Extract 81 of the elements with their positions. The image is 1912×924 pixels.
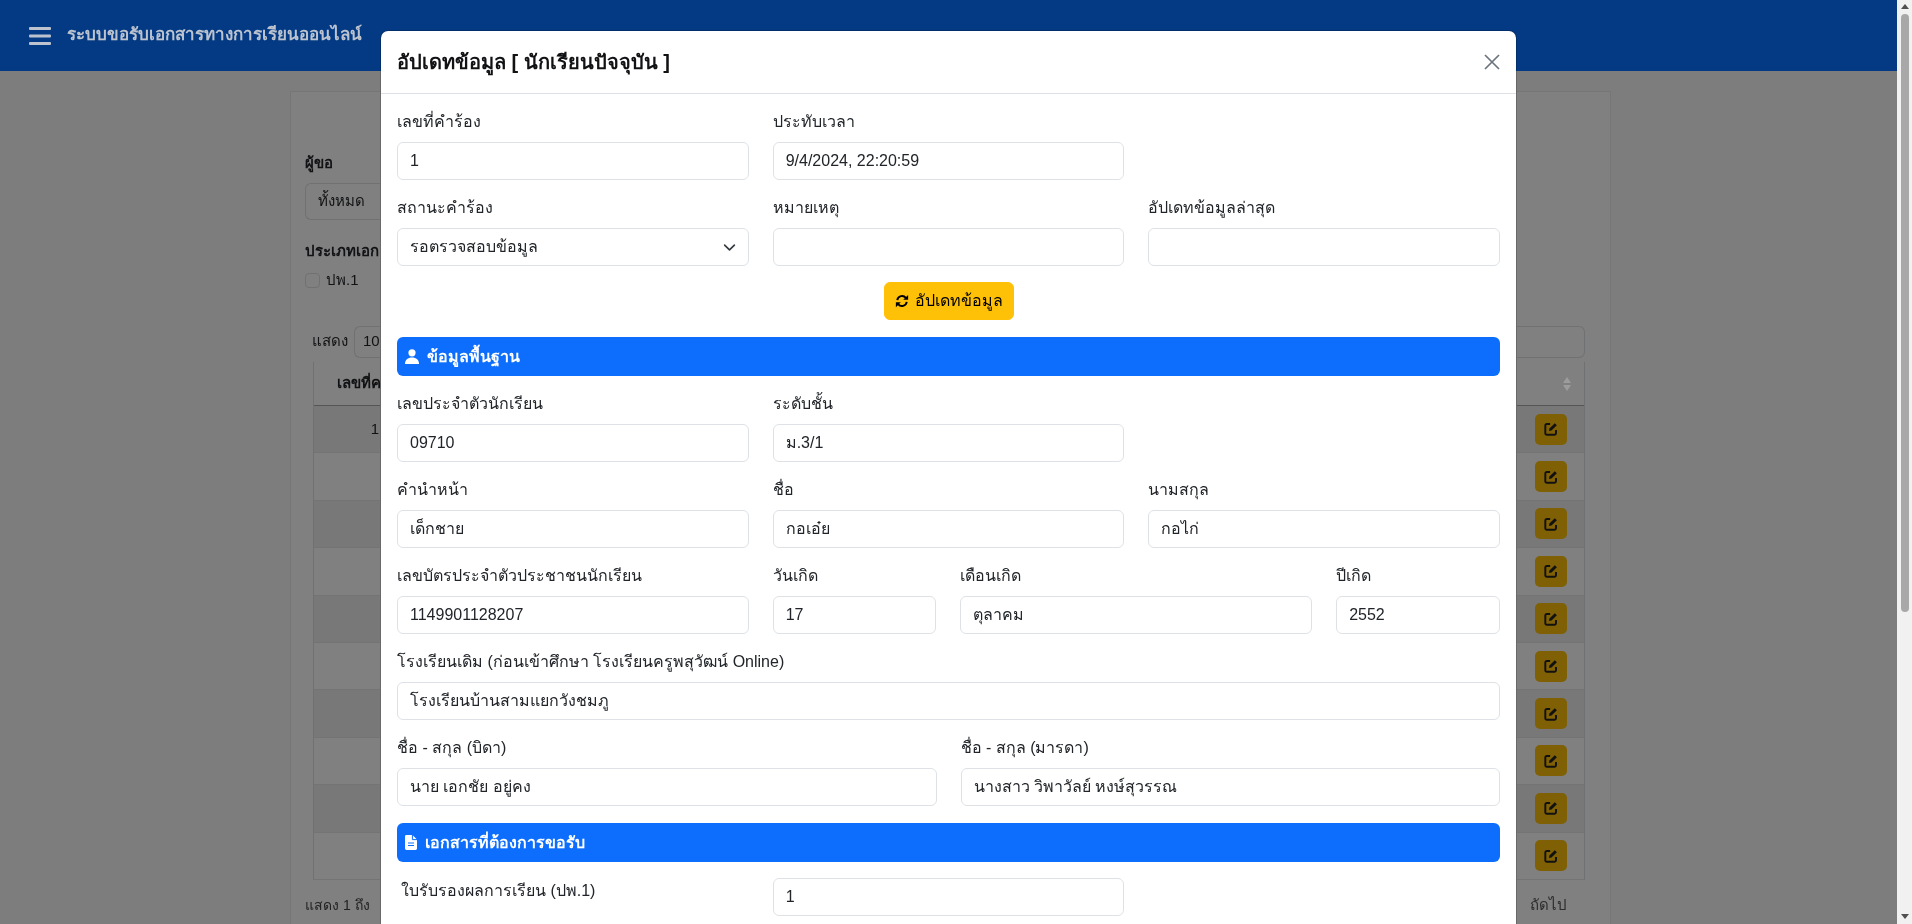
edit-button[interactable]: [1535, 792, 1567, 824]
table-info-text: แสดง 1 ถึง: [305, 895, 370, 915]
text-field[interactable]: 09710: [397, 424, 749, 462]
text-field[interactable]: นาย เอกชัย อยู่คง: [397, 768, 937, 806]
field-label: เลขบัตรประจำตัวประชาชนนักเรียน: [397, 566, 642, 586]
filter-label: ประเภทเอก: [305, 241, 379, 261]
field-label: เลขประจำตัวนักเรียน: [397, 394, 543, 414]
table-cell-text: 1: [370, 418, 379, 439]
edit-button[interactable]: [1535, 461, 1567, 493]
text-field[interactable]: โรงเรียนบ้านสามแยกวังชมภู: [397, 682, 1500, 720]
edit-icon: [1544, 659, 1558, 674]
text-field[interactable]: 1: [397, 142, 749, 180]
edit-button[interactable]: [1535, 650, 1567, 682]
section-title: ข้อมูลพื้นฐาน: [427, 344, 520, 369]
menu-icon: [29, 26, 51, 45]
edit-button[interactable]: [1535, 603, 1567, 635]
scrollbar-thumb[interactable]: [1900, 14, 1909, 612]
field-label: นามสกุล: [1148, 480, 1210, 502]
app-title: ระบบขอรับเอกสารทางการเรียนออนไลน์: [67, 25, 362, 46]
search-field[interactable]: [1517, 325, 1585, 358]
field-label: สถานะคำร้อง: [397, 198, 493, 218]
edit-icon: [1544, 564, 1558, 579]
checkbox-label: ปพ.1: [326, 269, 359, 290]
text-field[interactable]: [1148, 228, 1500, 266]
text-field[interactable]: 1149901128207: [397, 596, 749, 634]
text-field[interactable]: ม.3/1: [772, 424, 1125, 462]
section-title: เอกสารที่ต้องการขอรับ: [425, 830, 585, 853]
edit-icon: [1544, 611, 1558, 626]
text-field[interactable]: กอไก่: [1148, 510, 1500, 548]
entries-dropdown[interactable]: 10: [354, 325, 380, 358]
edit-button[interactable]: [1535, 508, 1567, 540]
sort-icon: [1563, 376, 1571, 391]
text-field[interactable]: เด็กชาย: [397, 510, 749, 548]
filter-label: ผู้ขอ: [305, 153, 333, 175]
text-field[interactable]: กอเอ๋ย: [772, 510, 1125, 548]
edit-icon: [1544, 848, 1558, 863]
text-field[interactable]: 2552: [1336, 596, 1500, 634]
field-label: ปีเกิด: [1336, 566, 1372, 586]
text-field[interactable]: นางสาว วิพาวัลย์ หงษ์สุวรรณ: [960, 768, 1500, 806]
edit-button[interactable]: [1535, 745, 1567, 777]
edit-icon: [1544, 706, 1558, 721]
modal-title: อัปเดทข้อมูล [ นักเรียนปัจจุบัน ]: [397, 47, 670, 77]
text-field[interactable]: 17: [772, 596, 937, 634]
entries-label: แสดง: [312, 331, 348, 352]
field-label: ชื่อ - สกุล (มารดา): [960, 736, 1089, 760]
user-icon: [405, 349, 419, 364]
field-label: ระดับชั้น: [772, 392, 833, 416]
document-icon: [405, 835, 417, 850]
field-label: ใบรับรองผลการเรียน (ปพ.1): [401, 880, 596, 901]
field-label: โรงเรียนเดิม (ก่อนเข้าศึกษา โรงเรียนครูพสุวัฒน์ Online): [397, 651, 785, 674]
edit-button[interactable]: [1535, 840, 1567, 872]
scroll-up-arrow-icon: [1900, 4, 1909, 9]
field-label: วันเกิด: [772, 566, 818, 586]
edit-button[interactable]: [1535, 698, 1567, 730]
edit-icon: [1544, 469, 1558, 484]
field-label: ประทับเวลา: [772, 112, 855, 132]
field-label: อัปเดทข้อมูลล่าสุด: [1148, 198, 1276, 220]
column-header: เลขที่ค: [337, 372, 381, 394]
text-field[interactable]: [772, 228, 1125, 266]
field-label: ชื่อ: [772, 478, 794, 500]
edit-icon: [1544, 422, 1558, 437]
field-label: เดือนเกิด: [960, 566, 1022, 586]
text-field[interactable]: 1: [772, 878, 1125, 916]
edit-icon: [1544, 801, 1558, 816]
refresh-icon: [894, 294, 909, 308]
field-label: คำนำหน้า: [397, 480, 468, 500]
text-field[interactable]: 9/4/2024, 22:20:59: [772, 142, 1125, 180]
edit-button[interactable]: [1535, 555, 1567, 587]
field-label: เลขที่คำร้อง: [397, 110, 481, 132]
edit-button[interactable]: [1535, 413, 1567, 445]
next-page-link[interactable]: ถัดไป: [1517, 892, 1567, 917]
edit-icon: [1544, 516, 1558, 531]
update-button[interactable]: อัปเดทข้อมูล: [883, 282, 1014, 320]
menu-button[interactable]: [29, 26, 51, 45]
edit-icon: [1544, 753, 1558, 768]
field-label: หมายเหตุ: [772, 198, 839, 220]
close-icon: [1484, 54, 1500, 70]
scroll-down-arrow-icon: [1900, 914, 1909, 919]
field-label: ชื่อ - สกุล (บิดา): [397, 736, 507, 760]
status-dropdown[interactable]: รอตรวจสอบข้อมูล: [397, 228, 749, 266]
text-field[interactable]: ตุลาคม: [960, 596, 1313, 634]
